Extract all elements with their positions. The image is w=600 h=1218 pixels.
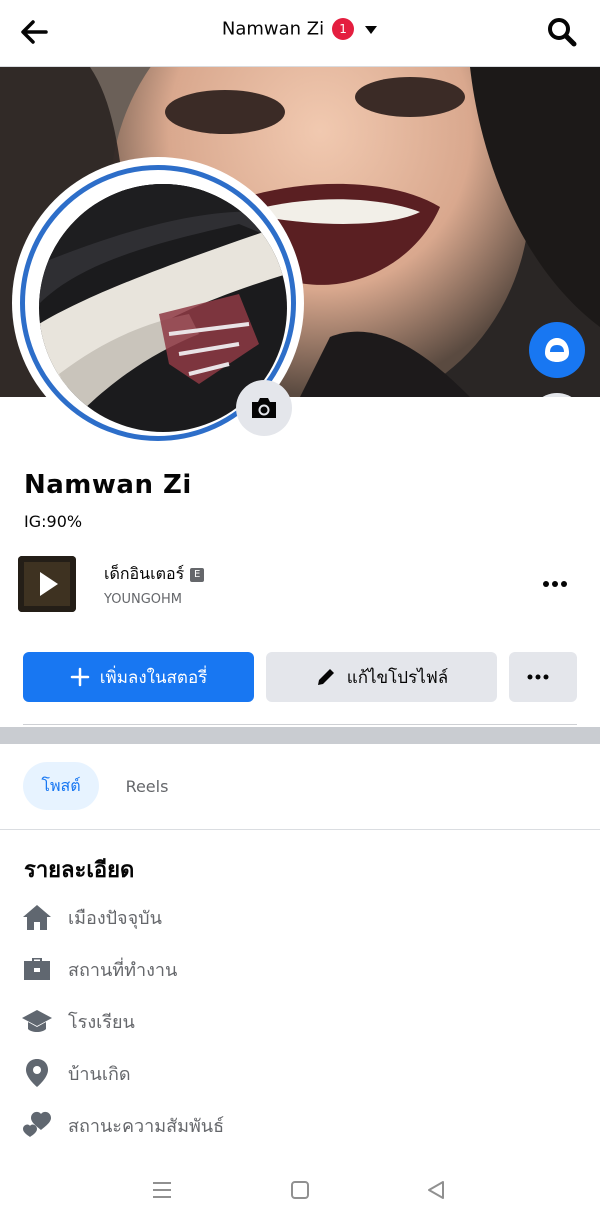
tab-reels[interactable]: Reels bbox=[112, 762, 182, 810]
search-icon[interactable] bbox=[544, 14, 580, 50]
music-artist: YOUNGOHM bbox=[104, 592, 182, 607]
location-pin-icon bbox=[20, 1056, 54, 1090]
edit-profile-label: แก้ไขโปรไฟล์ bbox=[346, 667, 449, 688]
back-triangle-icon[interactable] bbox=[422, 1176, 450, 1204]
details-item-label: สถานะความสัมพันธ์ bbox=[68, 1115, 225, 1137]
details-item-relationship[interactable]: สถานะความสัมพันธ์ bbox=[20, 1107, 224, 1143]
music-song-title: เด็กอินเตอร์ E bbox=[104, 562, 205, 587]
details-item-label: สถานที่ทำงาน bbox=[68, 959, 178, 981]
more-icon bbox=[527, 674, 549, 680]
details-item-school[interactable]: โรงเรียน bbox=[20, 1003, 135, 1039]
add-to-story-button[interactable]: เพิ่มลงในสตอรี่ bbox=[23, 652, 254, 702]
details-item-workplace[interactable]: สถานที่ทำงาน bbox=[20, 951, 177, 987]
menu-icon[interactable] bbox=[148, 1176, 176, 1204]
details-heading: รายละเอียด bbox=[24, 858, 135, 883]
avatar-icon bbox=[545, 338, 569, 362]
music-more-icon[interactable] bbox=[538, 570, 572, 598]
edit-profile-picture-camera-icon[interactable] bbox=[236, 380, 292, 436]
section-separator bbox=[0, 727, 600, 744]
add-to-story-label: เพิ่มลงในสตอรี่ bbox=[99, 667, 208, 688]
divider bbox=[23, 724, 577, 725]
top-bar: Namwan Zi 1 bbox=[0, 0, 600, 67]
tab-posts[interactable]: โพสต์ bbox=[23, 762, 99, 810]
details-item-label: โรงเรียน bbox=[68, 1011, 135, 1033]
music-album-art[interactable] bbox=[18, 556, 76, 612]
briefcase-icon bbox=[20, 952, 54, 986]
song-title: เด็กอินเตอร์ bbox=[104, 564, 185, 583]
avatar-creator-button[interactable] bbox=[529, 322, 585, 378]
explicit-badge: E bbox=[190, 568, 205, 582]
pencil-icon bbox=[317, 669, 334, 685]
more-options-button[interactable] bbox=[509, 652, 577, 702]
caret-down-icon bbox=[364, 19, 378, 40]
hearts-icon bbox=[20, 1108, 54, 1142]
home-square-icon[interactable] bbox=[286, 1176, 314, 1204]
profile-name: Namwan Zi bbox=[24, 470, 192, 500]
notification-badge: 1 bbox=[332, 18, 355, 40]
edit-profile-button[interactable]: แก้ไขโปรไฟล์ bbox=[266, 652, 497, 702]
profile-bio: IG:90% bbox=[24, 512, 83, 531]
page-title: Namwan Zi bbox=[221, 18, 325, 40]
divider bbox=[0, 829, 600, 830]
details-item-label: เมืองปัจจุบัน bbox=[68, 907, 162, 929]
details-item-current-city[interactable]: เมืองปัจจุบัน bbox=[20, 899, 162, 935]
home-icon bbox=[20, 900, 54, 934]
profile-switcher[interactable]: Namwan Zi 1 bbox=[0, 18, 600, 40]
details-item-hometown[interactable]: บ้านเกิด bbox=[20, 1055, 131, 1091]
plus-icon bbox=[70, 667, 89, 687]
graduation-cap-icon bbox=[20, 1004, 54, 1038]
system-nav-bar bbox=[0, 1160, 600, 1218]
details-item-label: บ้านเกิด bbox=[68, 1063, 131, 1085]
